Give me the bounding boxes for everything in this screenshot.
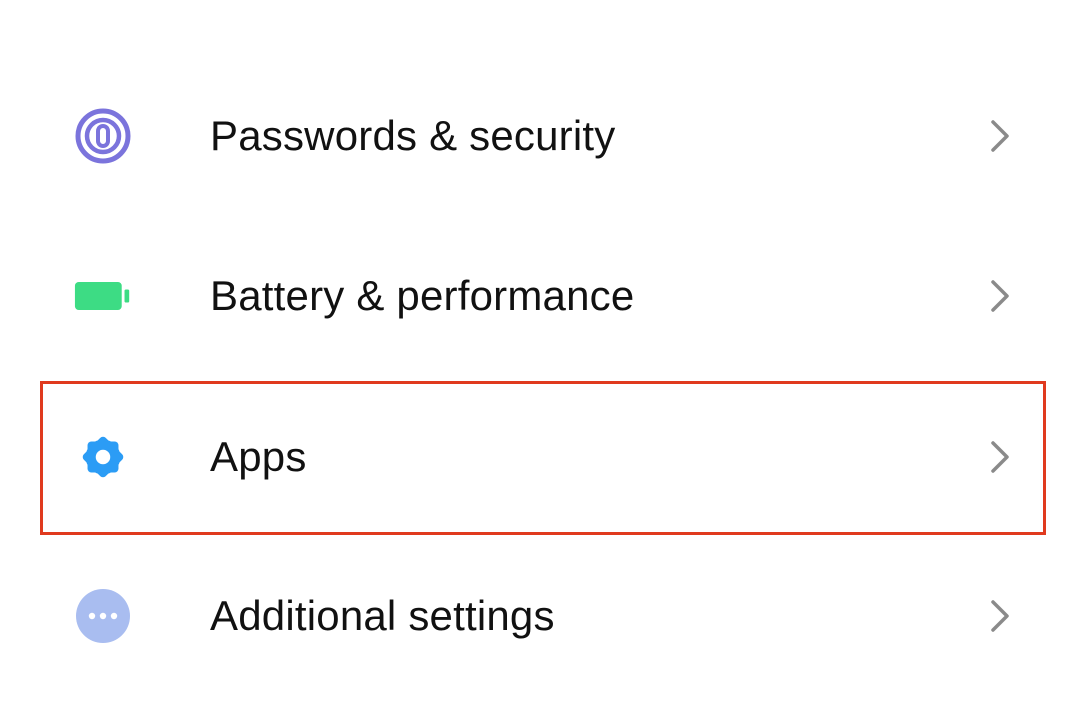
settings-item-passwords-security[interactable]: Passwords & security	[0, 76, 1080, 196]
fingerprint-icon	[74, 107, 132, 165]
chevron-right-icon	[986, 437, 1014, 477]
settings-list: Passwords & security Battery & performan…	[0, 0, 1080, 727]
chevron-right-icon	[986, 596, 1014, 636]
chevron-right-icon	[986, 276, 1014, 316]
settings-item-label: Additional settings	[210, 592, 555, 639]
settings-item-additional-settings[interactable]: Additional settings	[0, 556, 1080, 676]
settings-item-label: Apps	[210, 433, 307, 480]
settings-item-label: Battery & performance	[210, 272, 635, 319]
settings-item-battery-performance[interactable]: Battery & performance	[0, 236, 1080, 356]
more-dots-icon	[74, 587, 132, 645]
battery-icon	[74, 267, 132, 325]
settings-item-label: Passwords & security	[210, 112, 616, 159]
gear-icon	[74, 428, 132, 486]
chevron-right-icon	[986, 116, 1014, 156]
settings-item-apps[interactable]: Apps	[0, 397, 1080, 517]
